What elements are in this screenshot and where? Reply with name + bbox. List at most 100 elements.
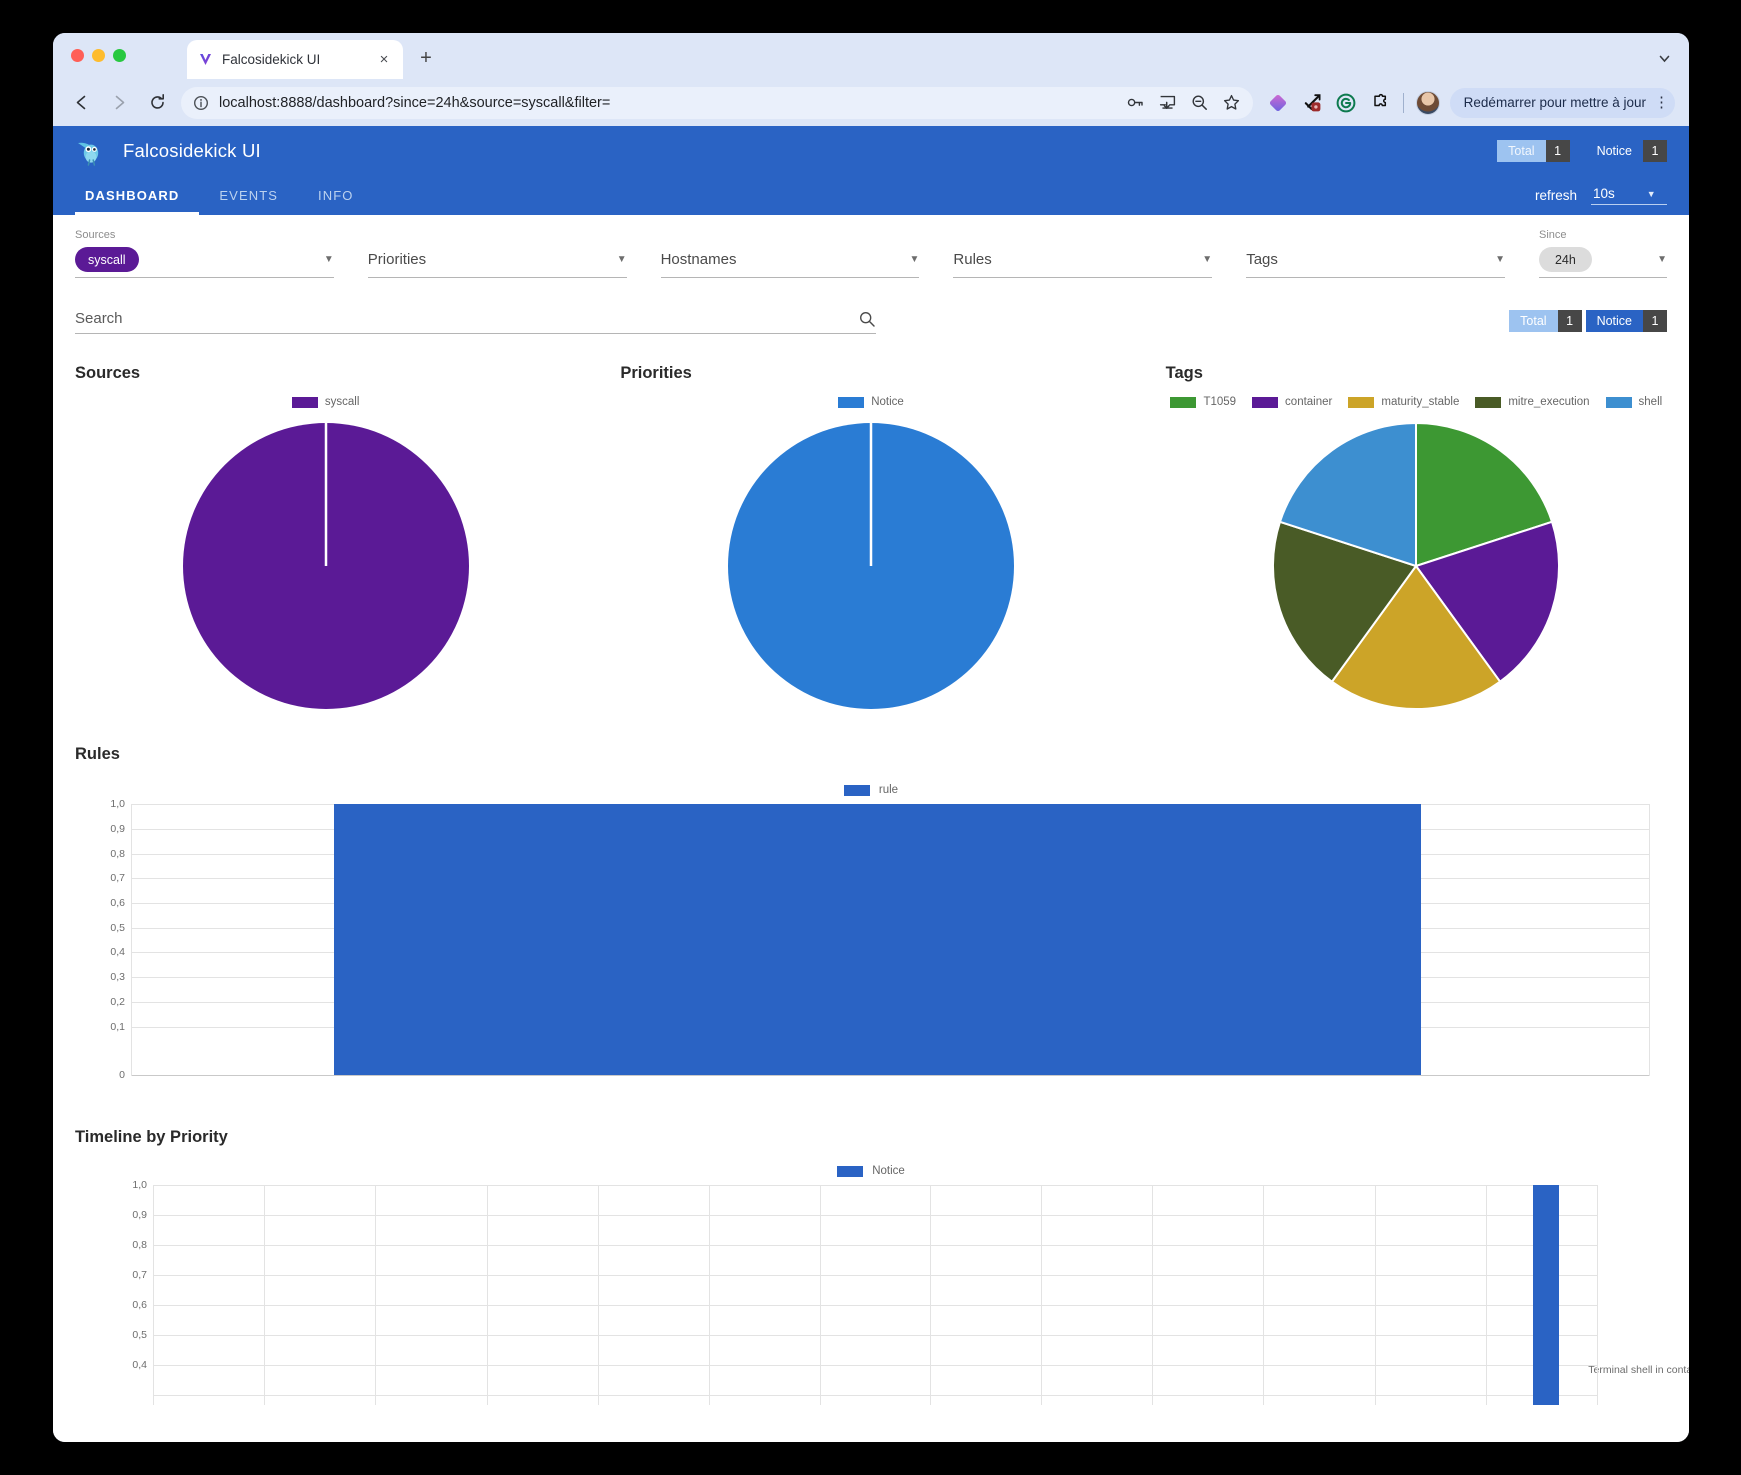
toolbar-divider bbox=[1402, 92, 1404, 113]
bar-terminal-shell-in-container[interactable] bbox=[334, 804, 1422, 1075]
timeline-ytick: 0,6 bbox=[132, 1299, 147, 1311]
avatar[interactable] bbox=[1415, 90, 1440, 115]
search-badge-notice[interactable]: Notice 1 bbox=[1585, 310, 1667, 332]
browser-menu-icon[interactable]: ⋮ bbox=[1654, 95, 1669, 110]
grammarly-icon[interactable] bbox=[1335, 92, 1357, 114]
rules-ytick: 1,0 bbox=[110, 798, 125, 810]
address-bar[interactable]: localhost:8888/dashboard?since=24h&sourc… bbox=[181, 86, 1253, 119]
filter-sources: Sources syscall ▼ bbox=[75, 229, 334, 278]
falco-v-icon bbox=[197, 51, 214, 68]
password-key-icon[interactable] bbox=[1126, 93, 1145, 112]
maximize-window-button[interactable] bbox=[113, 49, 126, 62]
search-badge-notice-value: 1 bbox=[1643, 310, 1667, 332]
legend-item[interactable]: container bbox=[1252, 396, 1332, 408]
chevron-down-icon[interactable] bbox=[1653, 47, 1675, 69]
filter-since-select[interactable]: 24h ▼ bbox=[1538, 244, 1667, 278]
timeline-plot[interactable]: 1,0 0,9 0,8 0,7 0,6 0,5 0,4 bbox=[132, 1179, 1598, 1405]
search-badge-total-label: Total bbox=[1509, 310, 1558, 332]
filter-chip-24h[interactable]: 24h bbox=[1538, 247, 1592, 272]
filter-sources-label: Sources bbox=[75, 229, 116, 241]
chevron-down-icon: ▼ bbox=[616, 254, 627, 265]
pinned-extension-icon[interactable] bbox=[1301, 92, 1323, 114]
refresh-interval-select[interactable]: 10s ▼ bbox=[1591, 185, 1667, 205]
app-brand: Falcosidekick UI bbox=[75, 134, 261, 168]
legend-rules: rule bbox=[53, 784, 1689, 796]
chevron-down-icon: ▼ bbox=[909, 254, 920, 265]
filter-hostnames: Hostnames ▼ bbox=[660, 229, 920, 278]
chevron-down-icon: ▼ bbox=[323, 254, 334, 265]
rules-ytick: 0,8 bbox=[110, 847, 125, 860]
search-icon[interactable] bbox=[858, 310, 876, 328]
rules-ytick: 0,3 bbox=[110, 971, 125, 984]
filter-sources-select[interactable]: syscall ▼ bbox=[75, 244, 334, 278]
close-window-button[interactable] bbox=[71, 49, 84, 62]
filter-priorities: Priorities ▼ bbox=[367, 229, 627, 278]
diamond-extension-icon[interactable] bbox=[1267, 92, 1289, 114]
legend-swatch-syscall bbox=[291, 396, 318, 408]
section-title-rules: Rules bbox=[75, 745, 120, 763]
timeline-ytick: 1,0 bbox=[132, 1179, 147, 1191]
timeline-ytick: 0,4 bbox=[132, 1359, 147, 1371]
rules-plot[interactable]: 1,0 0,9 0,8 0,7 0,6 0,5 0,4 0,3 0,2 0,1 … bbox=[110, 798, 1650, 1081]
bar-timeline-notice[interactable] bbox=[1533, 1185, 1560, 1405]
search-input[interactable]: Search bbox=[75, 304, 876, 334]
site-info-icon[interactable] bbox=[193, 95, 209, 111]
legend-item[interactable]: Notice bbox=[838, 396, 904, 408]
status-badge-notice[interactable]: Notice 1 bbox=[1586, 139, 1667, 162]
filter-chip-syscall[interactable]: syscall bbox=[75, 247, 139, 272]
legend-item[interactable]: syscall bbox=[291, 396, 360, 408]
legend-swatch-maturity-stable bbox=[1348, 396, 1375, 408]
legend-item[interactable]: mitre_execution bbox=[1475, 396, 1590, 408]
omnibox-icons bbox=[1126, 93, 1241, 112]
chevron-down-icon: ▼ bbox=[1646, 188, 1656, 199]
tab-dashboard[interactable]: DASHBOARD bbox=[75, 175, 200, 215]
install-app-icon[interactable] bbox=[1158, 93, 1177, 112]
legend-sources: syscall bbox=[53, 393, 598, 411]
new-tab-button[interactable]: + bbox=[413, 45, 439, 71]
filter-tags-select[interactable]: Tags ▼ bbox=[1246, 244, 1505, 278]
filter-rules-select[interactable]: Rules ▼ bbox=[953, 244, 1213, 278]
legend-item[interactable]: maturity_stable bbox=[1348, 396, 1459, 408]
reload-icon[interactable] bbox=[143, 89, 171, 117]
tab-info[interactable]: INFO bbox=[298, 175, 373, 215]
bookmark-star-icon[interactable] bbox=[1222, 93, 1241, 112]
update-button[interactable]: Redémarrer pour mettre à jour ⋮ bbox=[1449, 87, 1675, 118]
back-arrow-icon[interactable] bbox=[67, 89, 95, 117]
falco-logo-icon bbox=[75, 134, 109, 168]
puzzle-extensions-icon[interactable] bbox=[1369, 92, 1391, 114]
timeline-ytick: 0,8 bbox=[132, 1239, 147, 1251]
timeline-ytick: 0,5 bbox=[132, 1329, 147, 1341]
status-badge-total-label: Total bbox=[1497, 139, 1546, 162]
legend-label-notice-timeline: Notice bbox=[872, 1165, 905, 1177]
pie-priorities-svg[interactable] bbox=[726, 421, 1016, 711]
pie-tags-svg[interactable] bbox=[1271, 421, 1561, 711]
browser-tab-strip: Falcosidekick UI × + bbox=[53, 33, 1689, 79]
legend-item[interactable]: T1059 bbox=[1170, 396, 1236, 408]
legend-label-syscall: syscall bbox=[324, 396, 360, 408]
browser-tab[interactable]: Falcosidekick UI × bbox=[187, 40, 403, 79]
search-row: Search Total 1 Notice 1 bbox=[53, 278, 1689, 334]
search-badges: Total 1 Notice 1 bbox=[1509, 310, 1667, 334]
legend-swatch-mitre-execution bbox=[1475, 396, 1502, 408]
zoom-icon[interactable] bbox=[1190, 93, 1209, 112]
search-badge-total[interactable]: Total 1 bbox=[1509, 310, 1582, 332]
forward-arrow-icon[interactable] bbox=[105, 89, 133, 117]
legend-timeline: Notice bbox=[53, 1165, 1689, 1177]
pie-sources-svg[interactable] bbox=[181, 421, 471, 711]
filter-hostnames-select[interactable]: Hostnames ▼ bbox=[660, 244, 920, 278]
legend-swatch-rule bbox=[843, 784, 870, 796]
status-badge-total[interactable]: Total 1 bbox=[1497, 139, 1570, 162]
pie-priorities bbox=[598, 421, 1143, 711]
legend-label-maturity-stable: maturity_stable bbox=[1381, 396, 1460, 408]
section-title-sources: Sources bbox=[75, 364, 141, 382]
legend-item[interactable]: shell bbox=[1605, 396, 1662, 408]
minimize-window-button[interactable] bbox=[92, 49, 105, 62]
tab-events[interactable]: EVENTS bbox=[199, 175, 298, 215]
chevron-down-icon: ▼ bbox=[1202, 254, 1213, 265]
header-badges: Total 1 Notice 1 bbox=[1497, 139, 1667, 162]
chart-sources: Sources syscall bbox=[53, 364, 598, 711]
filter-priorities-select[interactable]: Priorities ▼ bbox=[367, 244, 627, 278]
url-text: localhost:8888/dashboard?since=24h&sourc… bbox=[219, 94, 611, 111]
chevron-down-icon: ▼ bbox=[1495, 254, 1505, 265]
close-icon[interactable]: × bbox=[375, 51, 393, 69]
